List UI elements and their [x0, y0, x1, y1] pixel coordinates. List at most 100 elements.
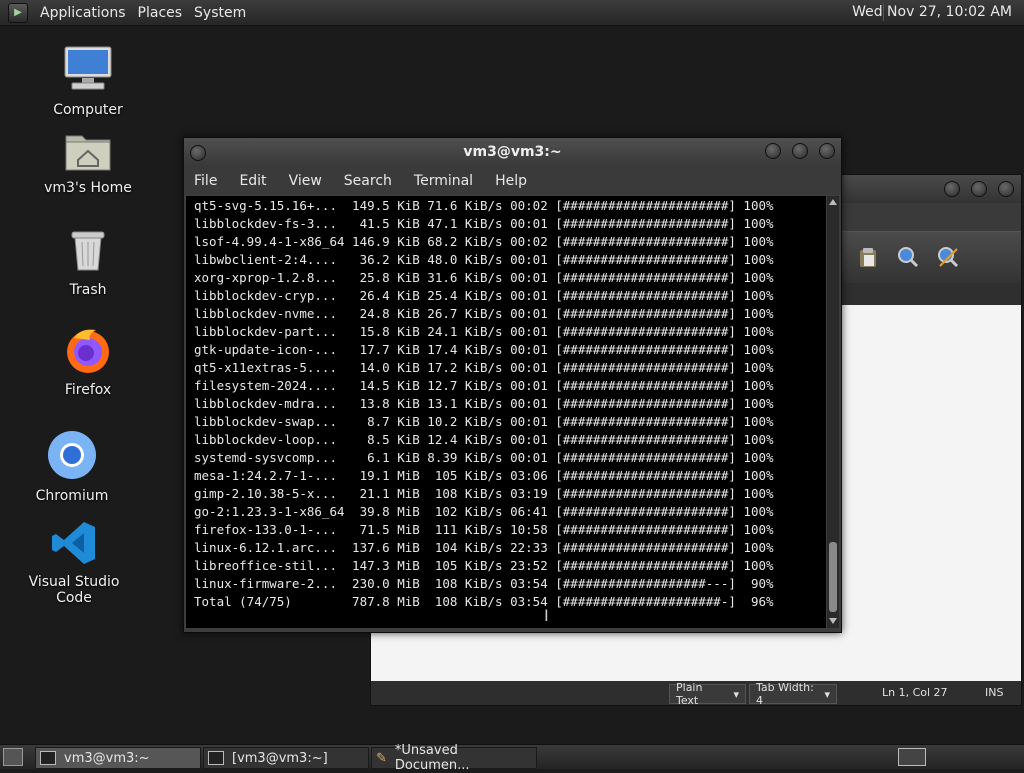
terminal-line-rate: 31.6 KiB/s	[419, 270, 503, 285]
terminal-line-pct: 100%	[735, 306, 774, 321]
tab-width-selector[interactable]: Tab Width: 4 ▾	[749, 681, 837, 707]
terminal-line: libblockdev-swap... 8.7 KiB 10.2 KiB/s 0…	[194, 413, 774, 431]
terminal-line-size: 17.7 KiB	[352, 342, 420, 357]
menu-help[interactable]: Help	[495, 173, 527, 189]
terminal-line-rate: 17.4 KiB/s	[419, 342, 503, 357]
top-menu: Applications Places System	[28, 5, 246, 21]
terminal-line-size: 137.6 MiB	[352, 540, 420, 555]
terminal-line-size: 14.0 KiB	[352, 360, 420, 375]
terminal-scrollbar[interactable]	[827, 196, 839, 628]
terminal-line: linux-firmware-2... 230.0 MiB 108 KiB/s …	[194, 575, 774, 593]
chevron-down-icon: ▾	[824, 687, 830, 701]
terminal-line: systemd-sysvcomp... 6.1 KiB 8.39 KiB/s 0…	[194, 449, 774, 467]
cursor-position: Ln 1, Col 27	[882, 686, 948, 699]
terminal-line-rate: 48.0 KiB/s	[419, 252, 503, 267]
terminal-line-pct: 100%	[735, 540, 774, 555]
trash-icon	[71, 231, 105, 271]
terminal-line-rate: 12.7 KiB/s	[419, 378, 503, 393]
menu-search[interactable]: Search	[344, 173, 392, 189]
menu-applications[interactable]: Applications	[40, 5, 126, 21]
menu-file[interactable]: File	[194, 173, 217, 189]
terminal-line-name: firefox-133.0-1-...	[194, 522, 353, 537]
find-icon[interactable]	[897, 246, 919, 268]
terminal-line-name: gtk-update-icon-...	[194, 342, 353, 357]
terminal-window[interactable]: vm3@vm3:~ File Edit View Search Terminal…	[183, 137, 842, 633]
terminal-line-name: mesa-1:24.2.7-1-...	[194, 468, 353, 483]
desktop-icon-vscode[interactable]: Visual Studio Code	[19, 520, 129, 606]
show-desktop-icon[interactable]	[3, 748, 23, 766]
chevron-down-icon: ▾	[733, 687, 739, 701]
terminal-line-rate: 25.4 KiB/s	[419, 288, 503, 303]
terminal-line: libblockdev-mdra... 13.8 KiB 13.1 KiB/s …	[194, 395, 774, 413]
menu-system[interactable]: System	[194, 5, 246, 21]
terminal-line-size: 36.2 KiB	[352, 252, 420, 267]
insert-mode: INS	[985, 686, 1004, 699]
menu-view[interactable]: View	[289, 173, 322, 189]
terminal-line-bar: [######################]	[547, 486, 736, 501]
desktop-icon-trash[interactable]: Trash	[33, 228, 143, 298]
terminal-titlebar[interactable]: vm3@vm3:~	[184, 138, 841, 167]
terminal-line-time: 00:01	[502, 414, 548, 429]
terminal-line: qt5-svg-5.15.16+... 149.5 KiB 71.6 KiB/s…	[194, 197, 774, 215]
menu-places[interactable]: Places	[138, 5, 183, 21]
bottom-taskbar: vm3@vm3:~ [vm3@vm3:~] ✎ *Unsaved Documen…	[0, 743, 1024, 773]
scroll-thumb[interactable]	[829, 542, 837, 612]
terminal-line-pct: 96%	[735, 594, 774, 609]
terminal-line-name: linux-6.12.1.arc...	[194, 540, 353, 555]
terminal-line-time: 23:52	[502, 558, 548, 573]
terminal-line-pct: 100%	[735, 450, 774, 465]
terminal-line-size: 39.8 MiB	[352, 504, 420, 519]
terminal-line-rate: 10.2 KiB/s	[419, 414, 503, 429]
paste-icon[interactable]	[857, 246, 879, 268]
terminal-line-name: libwbclient-2:4....	[194, 252, 353, 267]
desktop-icon-home[interactable]: vm3's Home	[33, 128, 143, 196]
minimize-button[interactable]	[944, 181, 960, 197]
scroll-up-arrow-icon[interactable]	[829, 199, 837, 205]
terminal-line-pct: 100%	[735, 288, 774, 303]
terminal-output[interactable]: qt5-svg-5.15.16+... 149.5 KiB 71.6 KiB/s…	[186, 196, 826, 628]
terminal-line-size: 787.8 MiB	[352, 594, 420, 609]
terminal-line: gimp-2.10.38-5-x... 21.1 MiB 108 KiB/s 0…	[194, 485, 774, 503]
terminal-line-rate: 26.7 KiB/s	[419, 306, 503, 321]
terminal-line-size: 26.4 KiB	[352, 288, 420, 303]
scroll-down-arrow-icon[interactable]	[829, 618, 837, 624]
terminal-line-bar: [######################]	[547, 432, 736, 447]
workspace-switcher[interactable]	[898, 748, 926, 766]
menu-edit[interactable]: Edit	[239, 173, 266, 189]
terminal-line-bar: [######################]	[547, 342, 736, 357]
terminal-line-rate: 102 KiB/s	[419, 504, 503, 519]
desktop-icon-firefox[interactable]: Firefox	[33, 326, 143, 398]
language-selector[interactable]: Plain Text ▾	[669, 681, 746, 707]
terminal-line-pct: 100%	[735, 504, 774, 519]
terminal-line-time: 00:01	[502, 324, 548, 339]
firefox-icon	[67, 329, 109, 373]
terminal-line-time: 00:01	[502, 306, 548, 321]
terminal-line: Total (74/75) 787.8 MiB 108 KiB/s 03:54 …	[194, 593, 774, 611]
find-replace-icon[interactable]	[937, 246, 959, 268]
desktop-icon-label: Visual Studio Code	[28, 574, 120, 606]
close-button[interactable]	[819, 143, 835, 159]
terminal-line: libreoffice-stil... 147.3 MiB 105 KiB/s …	[194, 557, 774, 575]
desktop-icon-computer[interactable]: Computer	[33, 44, 143, 118]
terminal-line-name: gimp-2.10.38-5-x...	[194, 486, 353, 501]
terminal-line-bar: [#####################-]	[547, 594, 736, 609]
terminal-line-size: 147.3 MiB	[352, 558, 420, 573]
terminal-line-rate: 13.1 KiB/s	[419, 396, 503, 411]
terminal-line-time: 00:02	[502, 198, 548, 213]
terminal-line-pct: 100%	[735, 360, 774, 375]
taskbar-item-terminal-2[interactable]: [vm3@vm3:~]	[203, 747, 369, 769]
close-button[interactable]	[998, 181, 1014, 197]
taskbar-item-editor[interactable]: ✎ *Unsaved Documen...	[371, 743, 537, 773]
desktop-icon-label: Firefox	[64, 382, 112, 398]
clock[interactable]: Wed Nov 27, 10:02 AM	[852, 4, 1012, 20]
minimize-button[interactable]	[765, 143, 781, 159]
taskbar-item-terminal[interactable]: vm3@vm3:~	[35, 747, 201, 769]
menu-terminal[interactable]: Terminal	[414, 173, 473, 189]
terminal-line-bar: [######################]	[547, 522, 736, 537]
applications-logo-icon[interactable]: ▶	[8, 2, 28, 23]
desktop-icon-chromium[interactable]: Chromium	[17, 430, 127, 504]
maximize-button[interactable]	[971, 181, 987, 197]
terminal-line-rate: 8.39 KiB/s	[419, 450, 503, 465]
maximize-button[interactable]	[792, 143, 808, 159]
terminal-line-pct: 100%	[735, 378, 774, 393]
